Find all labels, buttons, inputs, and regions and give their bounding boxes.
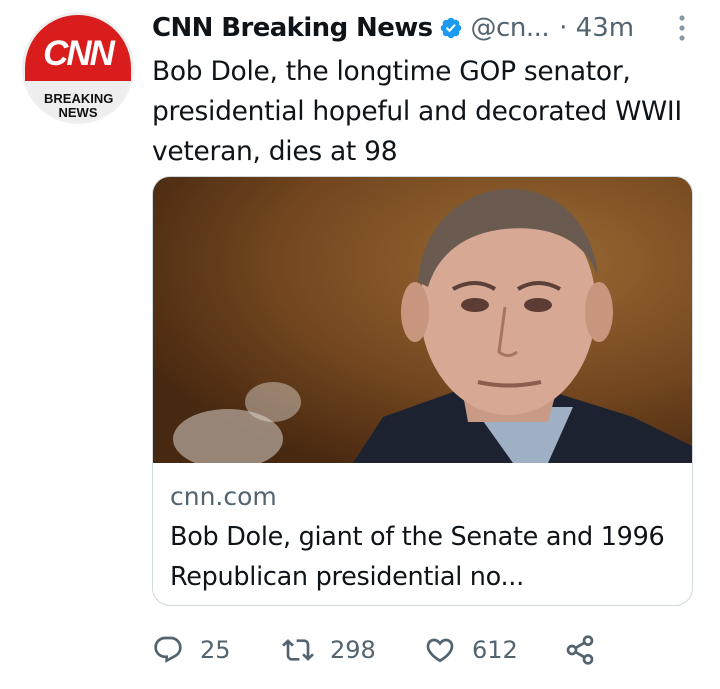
- like-button[interactable]: 612: [424, 634, 564, 666]
- card-title: Bob Dole, giant of the Senate and 1996 R…: [170, 522, 665, 592]
- photo-illustration: [153, 177, 692, 463]
- avatar-logo-text: CNN: [43, 34, 115, 73]
- reply-count: 25: [200, 636, 231, 664]
- tweet-time[interactable]: · 43m: [559, 13, 634, 43]
- share-icon: [566, 635, 594, 665]
- retweet-count: 298: [330, 636, 376, 664]
- tweet-actions: 25 298 612: [152, 628, 692, 672]
- author-handle[interactable]: @cn...: [471, 13, 550, 43]
- like-count: 612: [472, 636, 518, 664]
- tweet-text: Bob Dole, the longtime GOP senator, pres…: [152, 56, 682, 167]
- verified-badge-icon: [440, 17, 461, 39]
- tweet-header: CNN Breaking News @cn... · 43m: [152, 8, 692, 48]
- card-image[interactable]: [153, 177, 692, 463]
- reply-button[interactable]: 25: [152, 634, 282, 666]
- share-button[interactable]: [564, 634, 596, 666]
- author-name[interactable]: CNN Breaking News: [152, 13, 433, 43]
- avatar-sublabel: BREAKING NEWS: [44, 91, 114, 120]
- card-domain: cnn.com: [170, 482, 277, 511]
- more-vertical-icon[interactable]: [670, 8, 694, 48]
- retweet-icon: [282, 639, 314, 661]
- heart-icon: [426, 638, 454, 663]
- reply-icon: [154, 636, 182, 663]
- avatar[interactable]: CNN BREAKING NEWS: [22, 12, 134, 124]
- retweet-button[interactable]: 298: [282, 634, 424, 666]
- link-card[interactable]: cnn.com Bob Dole, giant of the Senate an…: [152, 176, 693, 606]
